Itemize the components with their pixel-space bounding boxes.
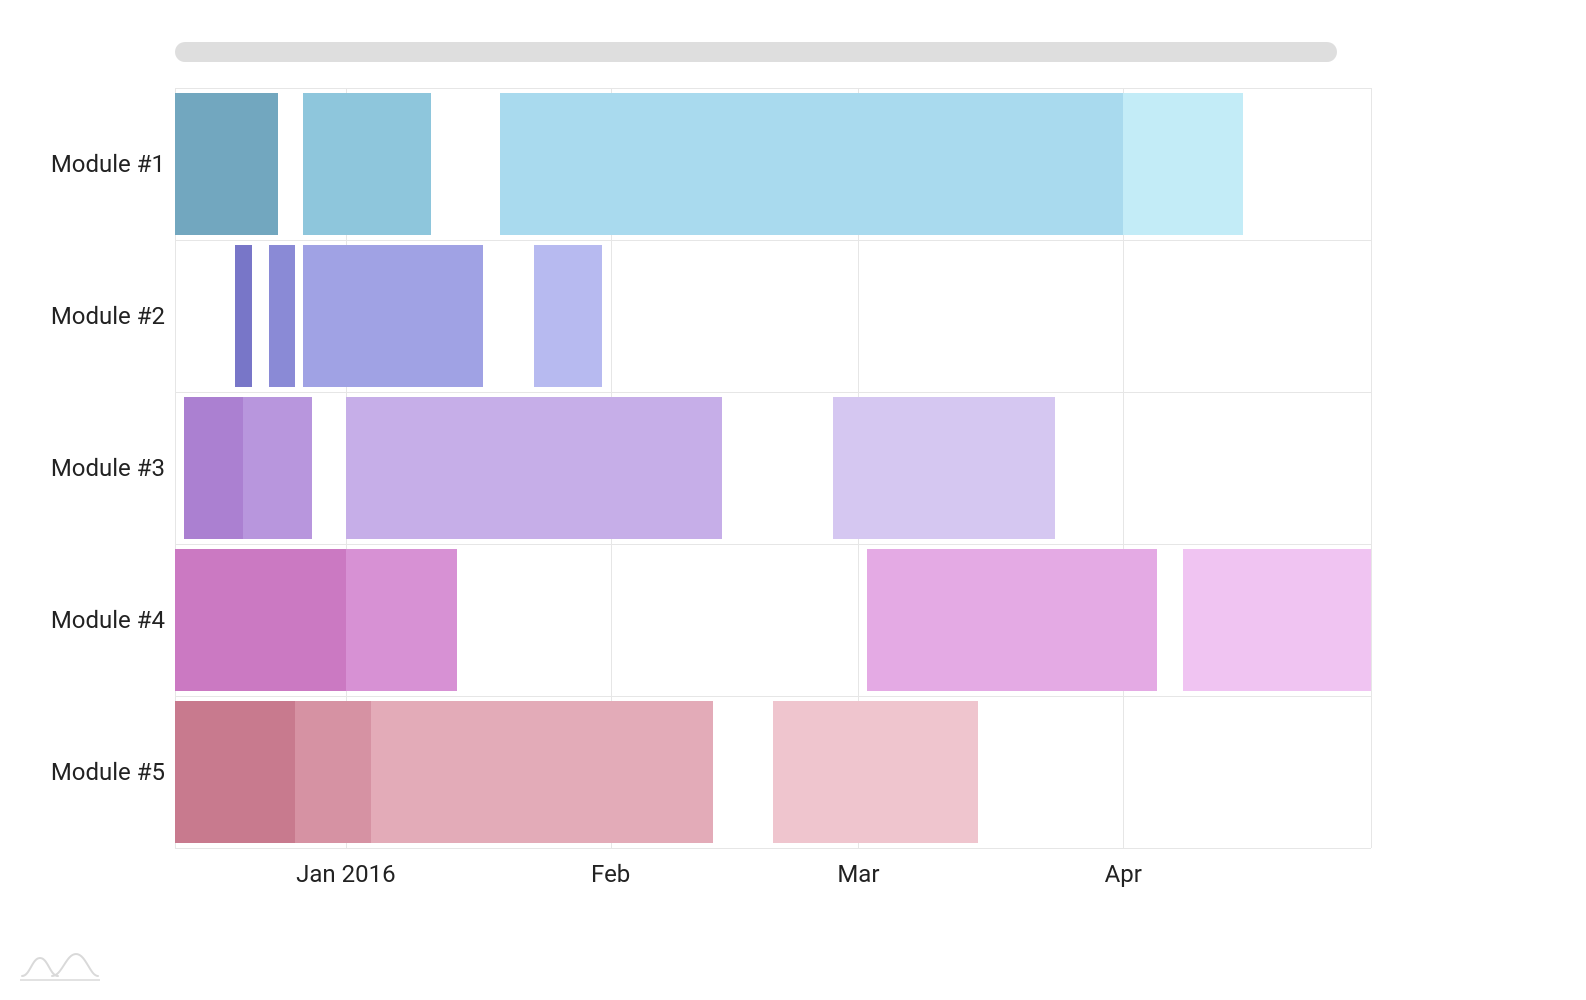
gantt-row (175, 696, 1371, 848)
x-axis-label: Mar (837, 860, 879, 888)
gantt-row (175, 240, 1371, 392)
gantt-bar[interactable] (303, 93, 431, 235)
gantt-row (175, 544, 1371, 696)
gantt-bar[interactable] (303, 245, 482, 387)
gantt-bar[interactable] (1123, 93, 1243, 235)
amcharts-logo-icon (20, 952, 100, 982)
y-axis-label: Module #1 (0, 152, 165, 176)
x-axis-labels: Jan 2016 Feb Mar Apr (175, 860, 1371, 900)
gantt-bar[interactable] (269, 245, 295, 387)
horizontal-scrollbar[interactable] (175, 42, 1337, 62)
gantt-bar[interactable] (1183, 549, 1371, 691)
gantt-bar[interactable] (833, 397, 1055, 539)
gantt-bar[interactable] (346, 397, 722, 539)
gantt-chart: Module #1 Module #2 Module #3 Module #4 Modu… (0, 0, 1586, 1000)
y-axis-label: Module #5 (0, 760, 165, 784)
gantt-bar[interactable] (175, 549, 346, 691)
y-axis-label: Module #4 (0, 608, 165, 632)
gantt-bar[interactable] (175, 701, 295, 843)
x-axis-label: Jan 2016 (296, 860, 395, 888)
gantt-bar[interactable] (243, 397, 311, 539)
y-axis-label: Module #3 (0, 456, 165, 480)
gantt-bar[interactable] (867, 549, 1157, 691)
gantt-bar[interactable] (500, 93, 1124, 235)
gantt-row (175, 88, 1371, 240)
gantt-row (175, 392, 1371, 544)
gantt-bar[interactable] (175, 93, 278, 235)
gantt-bar[interactable] (773, 701, 978, 843)
grid-line-horizontal (175, 848, 1371, 849)
gantt-bar[interactable] (534, 245, 602, 387)
y-axis-label: Module #2 (0, 304, 165, 328)
gantt-bar[interactable] (184, 397, 244, 539)
x-axis-label: Feb (591, 860, 630, 888)
plot-area (175, 88, 1371, 848)
gantt-bar[interactable] (295, 701, 372, 843)
gantt-bar[interactable] (371, 701, 713, 843)
grid-line-vertical (1371, 88, 1372, 848)
x-axis-label: Apr (1105, 860, 1142, 888)
gantt-bar[interactable] (235, 245, 252, 387)
gantt-bar[interactable] (346, 549, 457, 691)
